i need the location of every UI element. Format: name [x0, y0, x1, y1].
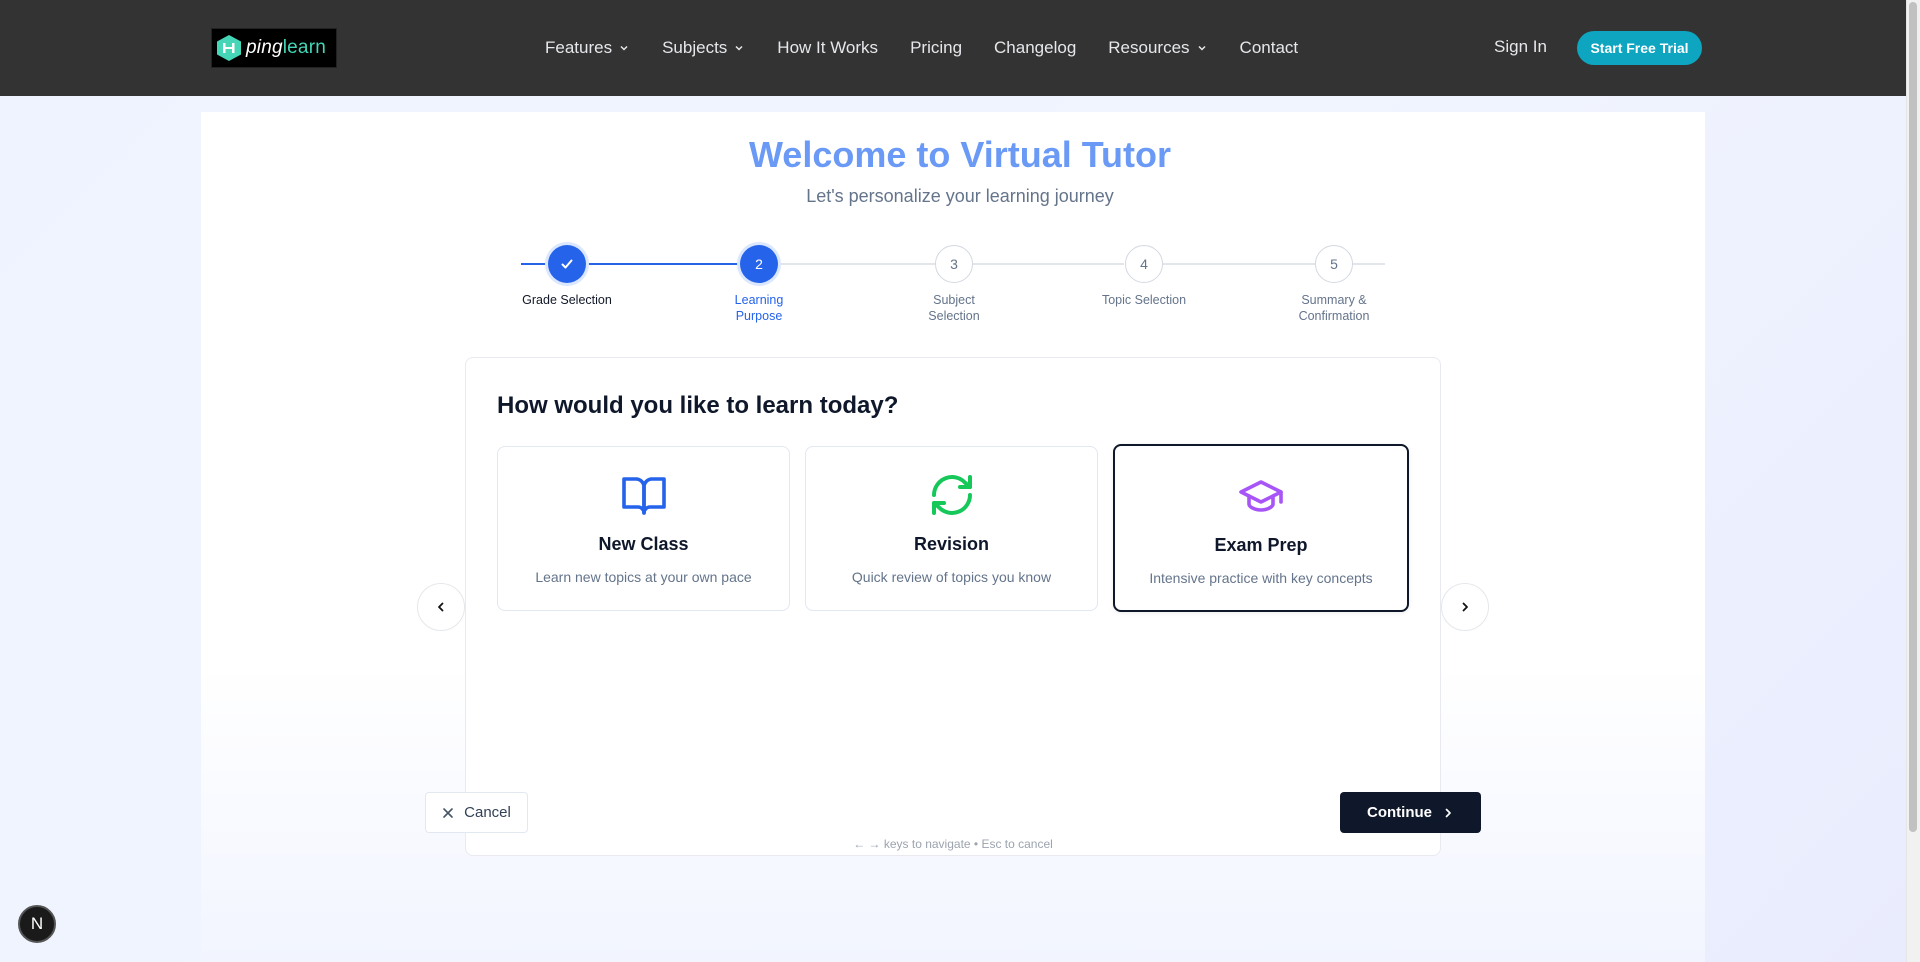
- step-5-label: Summary & Confirmation: [1298, 293, 1370, 323]
- nav-item-label: How It Works: [777, 38, 879, 57]
- logo-text-suffix: learn: [282, 37, 326, 58]
- dev-tools-badge[interactable]: N: [18, 905, 56, 943]
- nav-item-how-it-works[interactable]: How It Works: [777, 38, 878, 58]
- nav-item-label: Resources: [1108, 38, 1190, 57]
- sign-in-link[interactable]: Sign In: [1494, 37, 1547, 57]
- step-2-circle[interactable]: 2: [740, 245, 778, 283]
- scrollbar-thumb[interactable]: [1909, 2, 1917, 832]
- step-1-circle[interactable]: [548, 245, 586, 283]
- book-open-icon: [498, 471, 789, 519]
- nav-item-subjects[interactable]: Subjects: [662, 38, 745, 58]
- step-connector: [1144, 263, 1315, 265]
- logo-text-prefix: ping: [246, 37, 283, 58]
- nav-item-label: Features: [545, 38, 613, 57]
- page-title: Welcome to Virtual Tutor: [748, 134, 1172, 175]
- chevron-down-icon: [735, 45, 743, 51]
- nav-item-contact[interactable]: Contact: [1240, 38, 1299, 58]
- option-exam-prep[interactable]: Exam Prep Intensive practice with key co…: [1113, 444, 1409, 612]
- cancel-button[interactable]: Cancel: [425, 792, 528, 833]
- option-title: Revision: [913, 534, 990, 554]
- close-icon: [443, 807, 453, 818]
- nav-item-changelog[interactable]: Changelog: [994, 38, 1076, 58]
- chevron-down-icon: [620, 45, 628, 51]
- option-description: Quick review of topics you know: [851, 569, 1052, 585]
- refresh-icon: [806, 471, 1097, 519]
- continue-button[interactable]: Continue: [1340, 792, 1481, 833]
- previous-button[interactable]: [417, 583, 465, 631]
- nav-item-label: Contact: [1239, 38, 1299, 57]
- option-description: Intensive practice with key concepts: [1149, 570, 1373, 586]
- logo-hexagon-icon: [216, 35, 242, 61]
- check-icon: [561, 259, 573, 269]
- cancel-label: Cancel: [464, 804, 511, 821]
- start-free-trial-button[interactable]: Start Free Trial: [1577, 31, 1702, 65]
- top-navbar: pinglearn Features Subjects How It Works…: [0, 0, 1906, 96]
- nav-item-label: Pricing: [910, 38, 963, 57]
- nav-item-label: Subjects: [662, 38, 728, 57]
- option-title: Exam Prep: [1214, 535, 1308, 555]
- option-description: Learn new topics at your own pace: [535, 569, 752, 585]
- pinglearn-logo[interactable]: pinglearn: [211, 28, 337, 68]
- option-new-class[interactable]: New Class Learn new topics at your own p…: [497, 446, 790, 611]
- chevron-left-icon: [438, 602, 444, 612]
- nav-item-resources[interactable]: Resources: [1108, 38, 1207, 58]
- nav-links: Features Subjects How It Works Pricing C…: [545, 0, 1330, 96]
- keyboard-hint: ← → keys to navigate • Esc to cancel: [853, 837, 1053, 851]
- page-subtitle: Let's personalize your learning journey: [806, 186, 1114, 206]
- option-revision[interactable]: Revision Quick review of topics you know: [805, 446, 1098, 611]
- step-5-circle[interactable]: 5: [1315, 245, 1353, 283]
- chevron-right-icon: [1445, 808, 1451, 817]
- step-connector: [759, 263, 935, 265]
- next-button[interactable]: [1441, 583, 1489, 631]
- step-connector: [954, 263, 1124, 265]
- chevron-right-icon: [1462, 602, 1468, 612]
- step-4-circle[interactable]: 4: [1125, 245, 1163, 283]
- step-connector: [585, 263, 739, 265]
- graduation-cap-icon: [1115, 472, 1407, 520]
- logo-text: pinglearn: [246, 37, 326, 59]
- card-heading: How would you like to learn today?: [497, 392, 899, 419]
- nav-item-label: Changelog: [994, 38, 1077, 57]
- step-2-label: Learning Purpose: [734, 293, 784, 323]
- nav-item-features[interactable]: Features: [545, 38, 630, 58]
- step-3-label: Subject Selection: [928, 293, 980, 323]
- option-title: New Class: [598, 534, 689, 554]
- step-4-label: Topic Selection: [1101, 293, 1187, 307]
- chevron-down-icon: [1198, 45, 1206, 51]
- nav-item-pricing[interactable]: Pricing: [910, 38, 962, 58]
- step-1-label: Grade Selection: [522, 293, 612, 307]
- step-3-circle[interactable]: 3: [935, 245, 973, 283]
- continue-label: Continue: [1367, 804, 1432, 821]
